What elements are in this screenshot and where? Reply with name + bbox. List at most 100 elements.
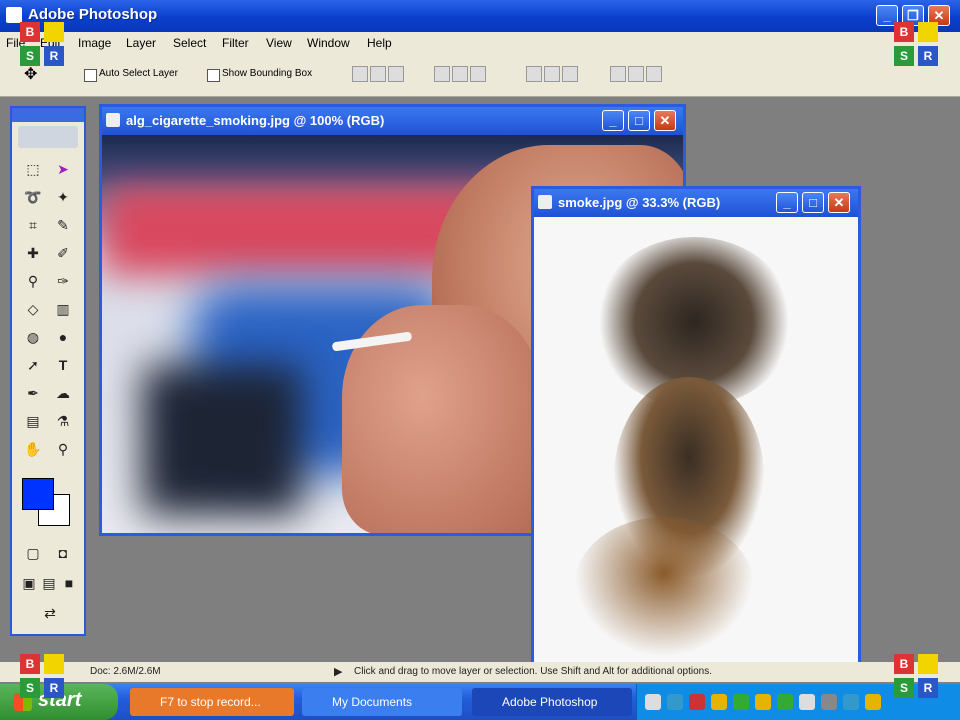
- photoshop-doc-icon: [106, 113, 120, 127]
- menu-image[interactable]: Image: [78, 36, 111, 50]
- toolbox-header[interactable]: [12, 108, 84, 122]
- tray-icon-5[interactable]: [733, 694, 749, 710]
- adobe-eye-icon[interactable]: [18, 126, 78, 148]
- align-top-icon[interactable]: [352, 66, 368, 82]
- quick-mask-mode-icon[interactable]: ◘: [52, 542, 74, 564]
- blur-tool-icon[interactable]: ◍: [22, 326, 44, 348]
- bsr-b: B: [894, 22, 914, 42]
- task-adobe-photoshop[interactable]: Adobe Photoshop: [472, 688, 632, 716]
- menu-layer[interactable]: Layer: [126, 36, 156, 50]
- status-bar: Doc: 2.6M/2.6M ▶ Click and drag to move …: [0, 662, 960, 682]
- bsr-logo-top-left: B S R: [20, 22, 66, 68]
- menu-filter[interactable]: Filter: [222, 36, 249, 50]
- bsr-b: B: [894, 654, 914, 674]
- tray-icon-9[interactable]: [821, 694, 837, 710]
- taskbar: start F7 to stop record... My Documents …: [0, 684, 960, 720]
- history-brush-tool-icon[interactable]: ✑: [52, 270, 74, 292]
- doc2-maximize-button[interactable]: □: [802, 192, 824, 213]
- tray-icon-2[interactable]: [667, 694, 683, 710]
- shape-tool-icon[interactable]: ☁: [52, 382, 74, 404]
- tray-icon-3[interactable]: [689, 694, 705, 710]
- doc-window-cigarette-titlebar[interactable]: alg_cigarette_smoking.jpg @ 100% (RGB) _…: [102, 107, 683, 135]
- distribute-top-icon[interactable]: [526, 66, 542, 82]
- notes-tool-icon[interactable]: ▤: [22, 410, 44, 432]
- show-bounding-box-checkbox[interactable]: [207, 69, 220, 82]
- auto-select-layer-label: Auto Select Layer: [99, 68, 178, 79]
- align-hcenter-icon[interactable]: [452, 66, 468, 82]
- move-tool-icon[interactable]: ➤: [52, 158, 74, 180]
- marquee-tool-icon[interactable]: ⬚: [22, 158, 44, 180]
- app-title-bar: Adobe Photoshop _ ❐ ✕: [0, 0, 960, 32]
- align-bottom-icon[interactable]: [388, 66, 404, 82]
- menu-select[interactable]: Select: [173, 36, 206, 50]
- smoke-photo-canvas[interactable]: [534, 217, 858, 663]
- task-my-documents-label: My Documents: [332, 695, 413, 709]
- menu-bar: File Edit Image Layer Select Filter View…: [0, 32, 960, 54]
- distribute-right-icon[interactable]: [646, 66, 662, 82]
- gradient-tool-icon[interactable]: ▥: [52, 298, 74, 320]
- distribute-bottom-icon[interactable]: [562, 66, 578, 82]
- tray-icon-7[interactable]: [777, 694, 793, 710]
- task-recorder-label: F7 to stop record...: [160, 695, 261, 709]
- brush-tool-icon[interactable]: ✐: [52, 242, 74, 264]
- clone-stamp-tool-icon[interactable]: ⚲: [22, 270, 44, 292]
- doc1-maximize-button[interactable]: □: [628, 110, 650, 131]
- bsr-logo-bottom-left: B S R: [20, 654, 66, 700]
- tray-icon-8[interactable]: [799, 694, 815, 710]
- crop-tool-icon[interactable]: ⌗: [22, 214, 44, 236]
- tray-icon-11[interactable]: [865, 694, 881, 710]
- tray-icon-4[interactable]: [711, 694, 727, 710]
- tray-icon-6[interactable]: [755, 694, 771, 710]
- bsr-s: S: [20, 46, 40, 66]
- doc-window-smoke-titlebar[interactable]: smoke.jpg @ 33.3% (RGB) _ □ ✕: [534, 189, 858, 217]
- distribute-hcenter-icon[interactable]: [628, 66, 644, 82]
- magic-wand-tool-icon[interactable]: ✦: [52, 186, 74, 208]
- pen-tool-icon[interactable]: ✒: [22, 382, 44, 404]
- status-doc-size: Doc: 2.6M/2.6M: [90, 666, 161, 677]
- standard-mode-icon[interactable]: ▢: [22, 542, 44, 564]
- align-vcenter-icon[interactable]: [370, 66, 386, 82]
- align-left-icon[interactable]: [434, 66, 450, 82]
- menu-window[interactable]: Window: [307, 36, 350, 50]
- zoom-tool-icon[interactable]: ⚲: [52, 438, 74, 460]
- bsr-s: S: [20, 678, 40, 698]
- align-right-icon[interactable]: [470, 66, 486, 82]
- doc-window-cigarette-title: alg_cigarette_smoking.jpg @ 100% (RGB): [126, 113, 385, 128]
- eraser-tool-icon[interactable]: ◇: [22, 298, 44, 320]
- lasso-tool-icon[interactable]: ➰: [22, 186, 44, 208]
- task-recorder[interactable]: F7 to stop record...: [130, 688, 294, 716]
- dark-blur-shape: [142, 365, 302, 515]
- doc1-close-button[interactable]: ✕: [654, 110, 676, 131]
- bsr-s: S: [894, 678, 914, 698]
- hand-tool-icon[interactable]: ✋: [22, 438, 44, 460]
- bsr-r: R: [44, 678, 64, 698]
- bsr-b: B: [20, 22, 40, 42]
- distribute-left-icon[interactable]: [610, 66, 626, 82]
- eyedropper-tool-icon[interactable]: ⚗: [52, 410, 74, 432]
- tray-icon-1[interactable]: [645, 694, 661, 710]
- doc2-close-button[interactable]: ✕: [828, 192, 850, 213]
- dodge-tool-icon[interactable]: ●: [52, 326, 74, 348]
- type-tool-icon[interactable]: T: [52, 354, 74, 376]
- status-arrow-icon[interactable]: ▶: [334, 665, 342, 678]
- distribute-vcenter-icon[interactable]: [544, 66, 560, 82]
- healing-brush-tool-icon[interactable]: ✚: [22, 242, 44, 264]
- tray-icon-10[interactable]: [843, 694, 859, 710]
- menu-view[interactable]: View: [266, 36, 292, 50]
- screen-mode-standard-icon[interactable]: ▣: [18, 572, 40, 594]
- bsr-yellow: [918, 654, 938, 674]
- photoshop-app-icon: [6, 7, 22, 23]
- doc1-minimize-button[interactable]: _: [602, 110, 624, 131]
- task-my-documents[interactable]: My Documents: [302, 688, 462, 716]
- menu-help[interactable]: Help: [367, 36, 392, 50]
- slice-tool-icon[interactable]: ✎: [52, 214, 74, 236]
- screen-mode-full-menu-icon[interactable]: ▤: [38, 572, 60, 594]
- task-adobe-photoshop-label: Adobe Photoshop: [502, 695, 598, 709]
- auto-select-layer-checkbox[interactable]: [84, 69, 97, 82]
- foreground-color-swatch[interactable]: [22, 478, 54, 510]
- doc-window-smoke-title: smoke.jpg @ 33.3% (RGB): [558, 195, 721, 210]
- doc2-minimize-button[interactable]: _: [776, 192, 798, 213]
- path-selection-tool-icon[interactable]: ➚: [22, 354, 44, 376]
- screen-mode-full-icon[interactable]: ■: [58, 572, 80, 594]
- jump-to-imageready-icon[interactable]: ⇄: [32, 602, 68, 624]
